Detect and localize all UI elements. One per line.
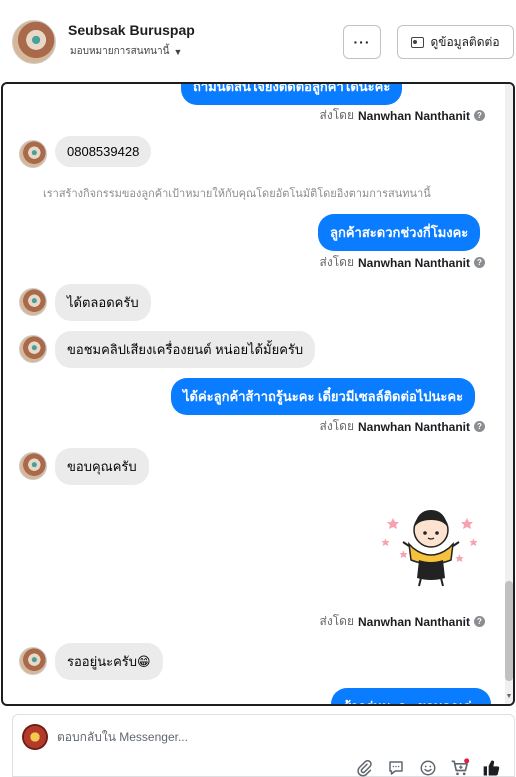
sent-by-label: ส่งโดย Nanwhan Nanthanit ? (320, 253, 485, 272)
incoming-message[interactable]: ขอบคุณครับ (55, 448, 149, 485)
help-icon[interactable]: ? (474, 110, 485, 121)
agent-name: Nanwhan Nanthanit (357, 419, 470, 434)
sender-avatar (19, 452, 47, 480)
sender-avatar (19, 647, 47, 675)
incoming-message[interactable]: รออยู่นะครับ😁 (55, 643, 163, 680)
contact-avatar[interactable] (12, 20, 56, 64)
reply-input[interactable] (57, 730, 357, 744)
girl-sticker[interactable] (381, 508, 481, 588)
message-list: ถ้ามีนัดสนใจยังติดต่อลูกค้าได้นะคะ ส่งโด… (3, 84, 509, 704)
sent-by-label: ส่งโดย Nanwhan Nanthanit ? (320, 106, 485, 125)
page-avatar (22, 724, 48, 750)
agent-name: Nanwhan Nanthanit (357, 108, 470, 123)
scroll-down-arrow-icon[interactable]: ▼ (505, 693, 513, 700)
scrollbar-thumb[interactable] (505, 581, 513, 681)
outgoing-message[interactable]: ถ้ามีนัดสนใจยังติดต่อลูกค้าได้นะคะ (181, 84, 403, 105)
sender-avatar (19, 335, 47, 363)
view-contact-label: ดูข้อมูลติดต่อ (430, 34, 500, 49)
system-note: เราสร้างกิจกรรมของลูกค้าเป้าหมายให้กับคุ… (43, 188, 431, 200)
incoming-message[interactable]: ขอชมคลิปเสียงเครื่องยนต์ หน่อยได้มั้ยครั… (55, 331, 316, 368)
contact-name[interactable]: Seubsak Buruspap (68, 22, 195, 38)
outgoing-message[interactable]: ส้ากรุ่นนะคะ ขอบคุณค่ะ (331, 688, 491, 704)
help-icon[interactable]: ? (474, 421, 485, 432)
help-icon[interactable]: ? (474, 616, 485, 627)
incoming-message[interactable]: 0808539428 (55, 136, 152, 167)
cart-icon[interactable] (450, 758, 470, 777)
message-thread[interactable]: ถ้ามีนัดสนใจยังติดต่อลูกค้าได้นะคะ ส่งโด… (1, 82, 515, 706)
sent-by-prefix: ส่งโดย (319, 614, 354, 628)
sent-by-prefix: ส่งโดย (319, 108, 354, 122)
agent-name: Nanwhan Nanthanit (357, 255, 470, 270)
contact-card-icon (411, 36, 425, 48)
caret-down-icon: ▼ (173, 46, 183, 57)
incoming-message[interactable]: ได้ตลอดครับ (55, 284, 151, 321)
agent-name: Nanwhan Nanthanit (357, 614, 470, 629)
paperclip-icon[interactable] (354, 758, 374, 777)
messenger-conversation: Seubsak Buruspap มอบหมายการสนทนานี้ ▼ ··… (0, 0, 516, 777)
assign-conversation-dropdown[interactable]: มอบหมายการสนทนานี้ ▼ (70, 44, 182, 59)
outgoing-message[interactable]: ลูกค้าสะดวกช่วงกี่โมงคะ (318, 214, 481, 251)
sent-by-label: ส่งโดย Nanwhan Nanthanit ? (320, 417, 485, 436)
reply-composer (12, 714, 515, 777)
sent-by-label: ส่งโดย Nanwhan Nanthanit ? (320, 612, 485, 631)
outgoing-message[interactable]: ได้ค่ะลูกค้าส้าาถรู้นะคะ เดี๋ยวมีเซลล์ติ… (171, 378, 476, 415)
smiley-icon[interactable] (418, 758, 438, 777)
sent-by-prefix: ส่งโดย (319, 419, 354, 433)
assign-label: มอบหมายการสนทนานี้ (70, 46, 170, 57)
help-icon[interactable]: ? (474, 257, 485, 268)
chat-bubble-icon[interactable] (386, 758, 406, 777)
sent-by-prefix: ส่งโดย (319, 255, 354, 269)
view-contact-button[interactable]: ดูข้อมูลติดต่อ (397, 25, 514, 59)
thumbs-up-icon[interactable] (482, 758, 502, 777)
sender-avatar (19, 288, 47, 316)
sender-avatar (19, 140, 47, 168)
more-options-button[interactable]: ··· (343, 25, 381, 59)
conversation-header: Seubsak Buruspap มอบหมายการสนทนานี้ ▼ ··… (0, 0, 516, 82)
